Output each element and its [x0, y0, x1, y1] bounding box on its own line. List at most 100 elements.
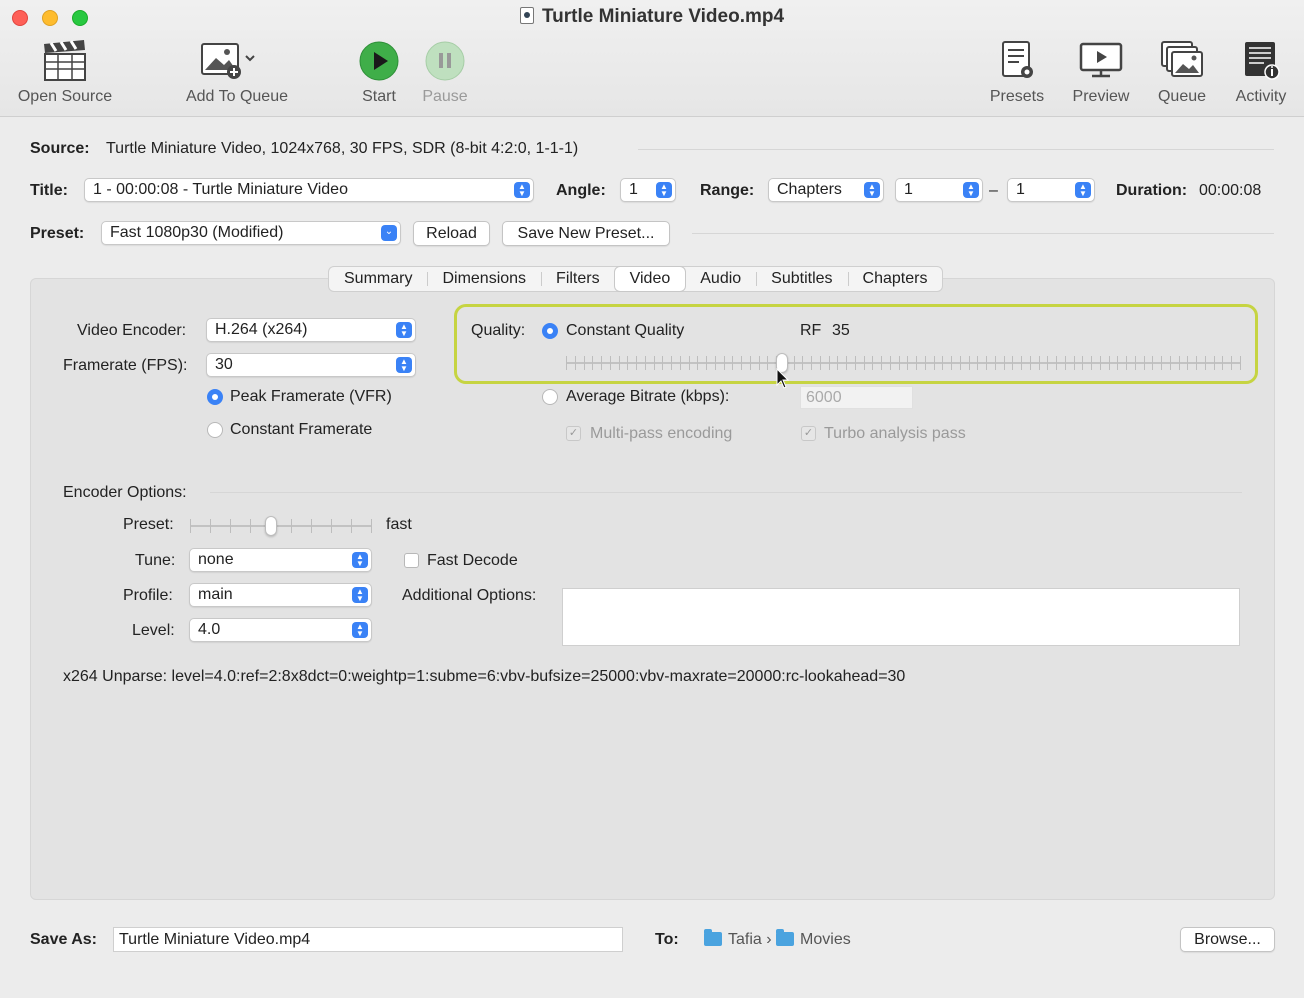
- video-encoder-label: Video Encoder:: [77, 322, 187, 339]
- slider-tick: [942, 356, 943, 370]
- slider-tick: [575, 356, 576, 370]
- average-bitrate-radio[interactable]: [542, 389, 558, 405]
- turbo-checkbox[interactable]: ✓: [801, 426, 816, 441]
- window-toolbar: Turtle Miniature Video.mp4 Open Source A…: [0, 0, 1304, 117]
- encoder-preset-slider[interactable]: [190, 515, 372, 537]
- slider-tick: [1187, 356, 1188, 370]
- fast-decode-checkbox[interactable]: [404, 553, 419, 568]
- slider-tick: [291, 519, 292, 533]
- slider-tick: [645, 356, 646, 370]
- activity-button[interactable]: Activity: [1230, 38, 1292, 106]
- slider-tick: [1152, 356, 1153, 370]
- slider-tick: [829, 356, 830, 370]
- open-source-label: Open Source: [17, 88, 113, 105]
- presets-button[interactable]: Presets: [986, 38, 1048, 106]
- tab-subtitles[interactable]: Subtitles: [756, 267, 847, 291]
- range-end-value: 1: [1016, 181, 1025, 198]
- title-select[interactable]: 1 - 00:00:08 - Turtle Miniature Video ▲ ▼: [84, 178, 534, 202]
- window-title-text: Turtle Miniature Video.mp4: [541, 6, 785, 27]
- slider-tick: [951, 356, 952, 370]
- settings-tabs: Summary Dimensions Filters Video Audio Subtit…: [328, 266, 944, 292]
- slider-tick: [715, 356, 716, 370]
- constant-quality-radio[interactable]: [542, 323, 558, 339]
- preset-select[interactable]: Fast 1080p30 (Modified) ⌄: [101, 221, 401, 245]
- level-select[interactable]: 4.0 ▲ ▼: [189, 618, 372, 642]
- slider-tick: [1231, 356, 1232, 370]
- slider-tick: [995, 356, 996, 370]
- slider-tick: [706, 356, 707, 370]
- slider-track: [190, 525, 372, 527]
- profile-select[interactable]: main ▲ ▼: [189, 583, 372, 607]
- stepper-arrows-icon: ▲ ▼: [396, 357, 412, 373]
- preview-button[interactable]: Preview: [1068, 38, 1134, 106]
- start-button[interactable]: Start: [352, 38, 406, 106]
- peak-framerate-radio[interactable]: [207, 389, 223, 405]
- stepper-arrows-icon: ▲ ▼: [656, 182, 672, 198]
- slider-tick: [1214, 356, 1215, 370]
- constant-quality-label: Constant Quality: [566, 322, 685, 339]
- additional-options-input[interactable]: [562, 588, 1240, 646]
- slider-tick: [846, 356, 847, 370]
- slider-tick: [1126, 356, 1127, 370]
- destination-path[interactable]: Tafia › Movies: [704, 929, 851, 949]
- path-folder: Movies: [800, 931, 851, 948]
- open-source-button[interactable]: Open Source: [14, 38, 116, 106]
- profile-value: main: [198, 586, 233, 603]
- tab-filters[interactable]: Filters: [541, 267, 615, 291]
- slider-tick: [1065, 356, 1066, 370]
- angle-select[interactable]: 1 ▲ ▼: [620, 178, 676, 202]
- add-to-queue-button[interactable]: Add To Queue: [180, 38, 294, 106]
- preset-select-value: Fast 1080p30 (Modified): [110, 224, 284, 241]
- tune-label: Tune:: [135, 552, 176, 569]
- constant-framerate-radio[interactable]: [207, 422, 223, 438]
- save-as-input[interactable]: Turtle Miniature Video.mp4: [113, 927, 623, 952]
- range-start-select[interactable]: 1 ▲ ▼: [895, 178, 983, 202]
- slider-tick: [855, 356, 856, 370]
- add-to-queue-icon: [201, 43, 255, 79]
- tab-audio[interactable]: Audio: [685, 267, 756, 291]
- slider-tick: [662, 356, 663, 370]
- multipass-checkbox[interactable]: ✓: [566, 426, 581, 441]
- tab-video[interactable]: Video: [614, 267, 686, 291]
- slider-tick: [767, 356, 768, 370]
- chevron-down-icon: ⌄: [381, 225, 397, 241]
- pause-button[interactable]: Pause: [418, 38, 472, 106]
- quality-label: Quality:: [471, 322, 526, 339]
- slider-tick: [724, 356, 725, 370]
- slider-knob[interactable]: [264, 516, 277, 536]
- slider-tick: [1117, 356, 1118, 370]
- slider-tick: [890, 356, 891, 370]
- tune-select[interactable]: none ▲ ▼: [189, 548, 372, 572]
- slider-tick: [960, 356, 961, 370]
- slider-tick: [1135, 356, 1136, 370]
- pause-label: Pause: [422, 88, 468, 105]
- tune-value: none: [198, 551, 234, 568]
- queue-button[interactable]: Queue: [1154, 38, 1210, 106]
- slider-tick: [907, 356, 908, 370]
- reload-button[interactable]: Reload: [413, 221, 490, 246]
- presets-icon: [1002, 41, 1033, 78]
- slider-tick: [680, 356, 681, 370]
- range-type-select[interactable]: Chapters ▲ ▼: [768, 178, 884, 202]
- slider-tick: [934, 356, 935, 370]
- bitrate-input[interactable]: 6000: [800, 386, 913, 409]
- title-select-value: 1 - 00:00:08 - Turtle Miniature Video: [93, 181, 348, 198]
- slider-tick: [371, 519, 372, 533]
- range-end-select[interactable]: 1 ▲ ▼: [1007, 178, 1095, 202]
- slider-tick: [1082, 356, 1083, 370]
- browse-button[interactable]: Browse...: [1180, 927, 1275, 952]
- rf-label: RF: [800, 322, 822, 339]
- tab-chapters[interactable]: Chapters: [847, 267, 943, 291]
- framerate-select[interactable]: 30 ▲ ▼: [206, 353, 416, 377]
- video-encoder-select[interactable]: H.264 (x264) ▲ ▼: [206, 318, 416, 342]
- preset-divider: [692, 233, 1274, 234]
- save-new-preset-button[interactable]: Save New Preset...: [502, 221, 670, 246]
- tab-summary[interactable]: Summary: [329, 267, 427, 291]
- slider-tick: [802, 356, 803, 370]
- tab-dimensions[interactable]: Dimensions: [427, 267, 541, 291]
- angle-select-value: 1: [629, 181, 638, 198]
- stepper-arrows-icon: ▲ ▼: [963, 182, 979, 198]
- stepper-arrows-icon: ▲ ▼: [514, 182, 530, 198]
- slider-tick: [689, 356, 690, 370]
- rf-quality-slider[interactable]: [566, 352, 1241, 374]
